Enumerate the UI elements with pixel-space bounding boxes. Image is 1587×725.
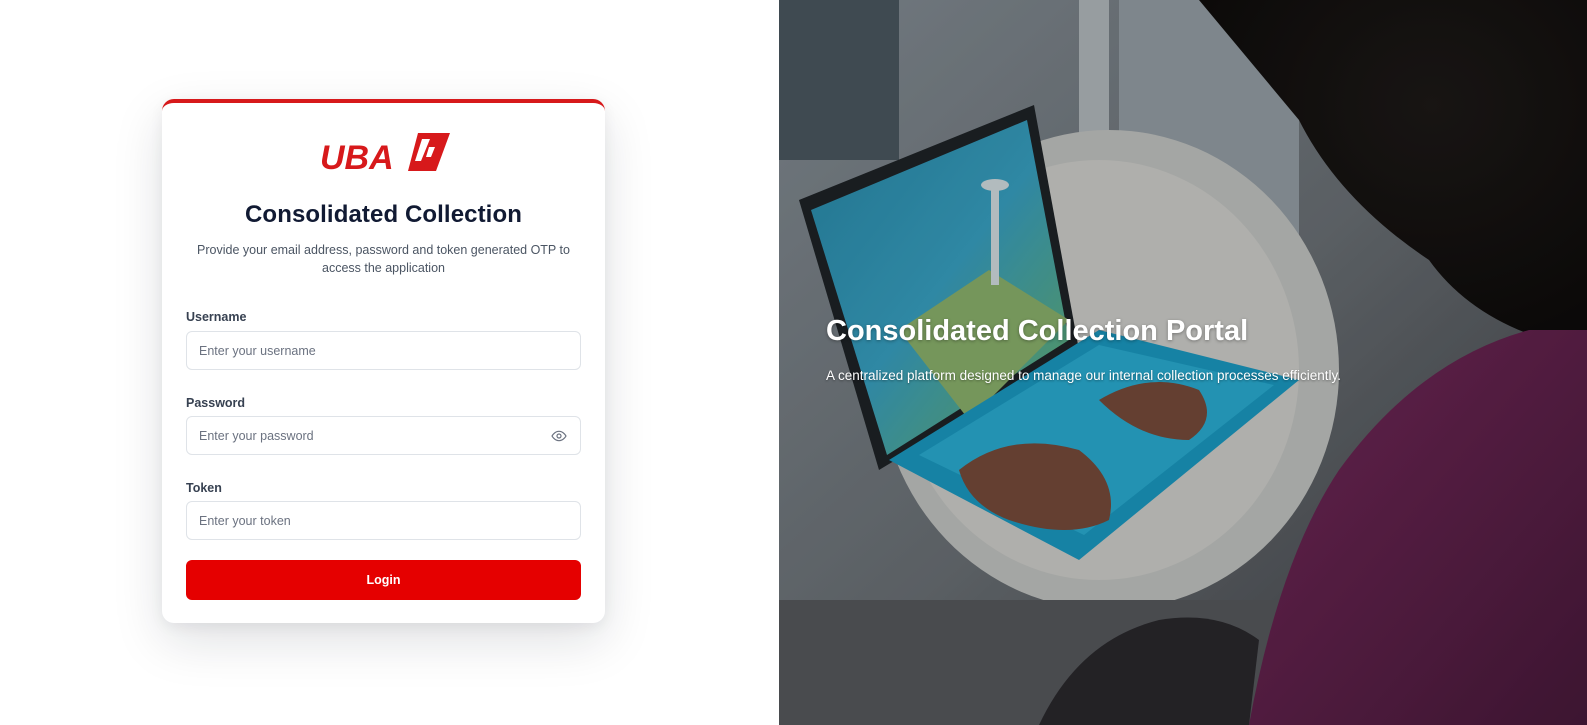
username-field[interactable] [186, 331, 581, 370]
login-button[interactable]: Login [186, 560, 581, 600]
username-input[interactable] [199, 343, 568, 358]
hero-overlay [779, 0, 1587, 725]
hero-subtitle: A centralized platform designed to manag… [826, 368, 1342, 383]
logo-container: UBA [162, 131, 605, 175]
login-card: UBA Consolidated Collection Provide your… [162, 99, 605, 623]
token-input[interactable] [199, 513, 568, 528]
token-field[interactable] [186, 501, 581, 540]
uba-logo-text: UBA [320, 139, 394, 175]
uba-logo: UBA [320, 133, 450, 175]
username-label: Username [186, 310, 247, 324]
card-title: Consolidated Collection [245, 201, 522, 228]
hero-panel: Consolidated Collection Portal A central… [779, 0, 1587, 725]
hero-title: Consolidated Collection Portal [826, 315, 1249, 347]
password-label: Password [186, 396, 246, 410]
eye-icon[interactable] [550, 427, 568, 445]
card-subtitle: Provide your email address, password and… [197, 243, 570, 275]
login-page: UBA Consolidated Collection Provide your… [0, 0, 1587, 725]
password-input[interactable] [199, 428, 550, 443]
login-panel: UBA Consolidated Collection Provide your… [0, 0, 779, 725]
password-field[interactable] [186, 416, 581, 455]
token-label: Token [186, 481, 222, 495]
